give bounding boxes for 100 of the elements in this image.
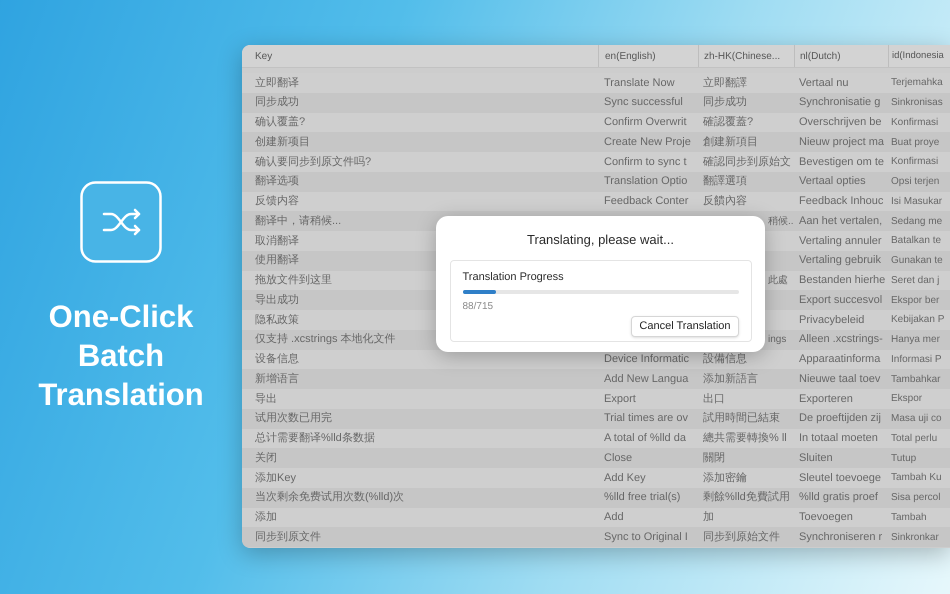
table-cell-text: Device Informatic <box>604 352 689 368</box>
table-cell-text: Opsi terjen <box>891 175 940 190</box>
table-cell-text: Toevoegen <box>799 510 853 526</box>
table-cell-text: In totaal moeten <box>799 431 878 446</box>
table-cell-text: Sync successful <box>604 95 683 110</box>
table-cell-text: Close <box>604 450 632 466</box>
table-cell-text: Terjemahka <box>891 76 943 90</box>
table-cell-text: 立即翻譯 <box>703 76 747 91</box>
table-cell-text: 添加新語言 <box>703 372 758 387</box>
table-cell-text: 反馈内容 <box>255 194 299 210</box>
column-header[interactable]: Key <box>255 48 272 64</box>
table-cell-text: Trial times are ov <box>604 411 688 426</box>
table-cell-text: Informasi P <box>891 352 942 367</box>
table-cell-text: Sisa percol <box>891 491 940 506</box>
table-cell-text: Add Key <box>604 470 646 486</box>
table-cell-text: 添加密鑰 <box>703 470 747 486</box>
table-cell-text: Hanya mer <box>891 333 940 348</box>
table-cell-text: 出口 <box>703 392 725 407</box>
table-cell-text: 取消翻译 <box>255 234 299 249</box>
table-cell-text: 試用時間已結束 <box>703 411 780 426</box>
table-cell-text: 同步成功 <box>255 95 299 110</box>
table-cell-text: 設備信息 <box>703 352 747 368</box>
progress-label: Translation Progress <box>462 270 565 284</box>
table-cell-text: Sleutel toevoege <box>799 470 881 486</box>
headline-text: Translation <box>38 376 204 414</box>
table-cell-text: 关闭 <box>255 450 277 466</box>
table-cell-text: Vertaling annuler <box>799 234 882 249</box>
column-header[interactable]: en(English) <box>605 48 656 64</box>
table-cell-text: 關閉 <box>703 450 725 466</box>
table-cell-text: 總共需要轉換% ll <box>703 431 787 446</box>
table-cell-text: Translate Now <box>604 76 675 91</box>
table-cell-text: Add New Langua <box>604 372 688 387</box>
table-cell-text: Konfirmasi <box>891 155 938 170</box>
table-cell-text: Vertaal opties <box>799 174 866 190</box>
table-cell-text: Apparaatinforma <box>799 352 880 368</box>
table-cell-text: Tambahkar <box>891 372 940 387</box>
table-cell-text: 同步到原文件 <box>255 530 321 545</box>
table-cell-text: Konfirmasi <box>891 116 938 130</box>
table-cell-text: Sedang me <box>891 214 942 229</box>
table-cell-text: 隐私政策 <box>255 312 299 328</box>
shuffle-icon <box>80 181 162 263</box>
table-cell-text: 立即翻译 <box>255 76 299 91</box>
table-cell-text: Ekspor ber <box>891 294 940 308</box>
headline-text: Batch <box>78 337 164 375</box>
table-cell-text: Alleen .xcstrings- <box>799 332 883 348</box>
table-cell-text: Overschrijven be <box>799 115 882 130</box>
table-cell-text: Confirm Overwrit <box>604 115 687 130</box>
table-cell-text: De proeftijden zij <box>799 411 881 426</box>
table-cell-text: 导出 <box>255 392 277 407</box>
table-cell-text: 仅支持 .xcstrings 本地化文件 <box>255 332 396 348</box>
column-header[interactable]: id(Indonesia <box>892 48 944 64</box>
table-cell-text: Masa uji co <box>891 412 942 426</box>
table-cell-text: 总计需要翻译%lld条数据 <box>255 431 375 446</box>
table-cell-text: 创建新项目 <box>255 134 310 150</box>
table-cell-text: Sinkronisas <box>891 96 943 110</box>
table-cell-text: 导出成功 <box>255 292 299 308</box>
table-cell-text: Batalkan te <box>891 234 942 248</box>
table-cell-text: Vertaling gebruik <box>799 253 881 268</box>
table-cell-text: 同步成功 <box>703 95 747 110</box>
table-cell-text: Exporteren <box>799 392 853 407</box>
table-cell-text: Nieuwe taal toev <box>799 372 880 387</box>
table-cell-text: 此處 <box>768 274 788 288</box>
table-cell-text: 当次剩余免费试用次数(%lld)次 <box>255 490 404 506</box>
table-cell-text: Seret dan j <box>891 274 940 288</box>
table-cell-text: 试用次数已用完 <box>255 410 332 426</box>
table-cell-text: 反饋內容 <box>703 194 747 210</box>
table-cell-text: 新增语言 <box>255 372 299 387</box>
table-cell-text: Translation Optio <box>604 174 688 190</box>
table-cell-text: 翻譯選項 <box>703 174 747 190</box>
table-cell-text: Aan het vertalen, <box>799 214 882 229</box>
table-cell-text: 創建新項目 <box>703 134 758 150</box>
table-cell-text: Nieuw project ma <box>799 134 884 150</box>
table-cell-text: Gunakan te <box>891 254 943 268</box>
table-cell-text: 剩餘%lld免費試用 <box>703 490 790 506</box>
headline-text: One-Click <box>48 298 194 336</box>
table-cell-text: %lld gratis proef <box>799 490 878 506</box>
dialog-title: Translating, please wait... <box>527 231 674 249</box>
table-cell-text: Add <box>604 510 624 526</box>
table-cell-text: 同步到原始文件 <box>703 530 780 545</box>
table-cell-text: 翻译中，请稍候... <box>255 214 342 229</box>
table-cell-text: 稍候... <box>768 214 794 229</box>
table-cell-text: 添加Key <box>255 470 296 486</box>
table-cell-text: Export succesvol <box>799 292 882 308</box>
column-header[interactable]: zh-HK(Chinese... <box>704 48 780 64</box>
table-cell-text: Buat proye <box>891 136 940 150</box>
progress-count: 88/715 <box>462 300 494 314</box>
table-cell-text: Ekspor <box>891 392 922 406</box>
table-cell-text: Isi Masukar <box>891 194 942 209</box>
table-cell-text: A total of %lld da <box>604 431 686 446</box>
cancel-button[interactable]: Cancel Translation <box>631 316 738 336</box>
table-cell-text: Export <box>604 392 636 407</box>
table-cell-text: Bestanden hierhe <box>799 273 886 288</box>
table-cell-text: Feedback Inhouc <box>799 194 884 210</box>
table-cell-text: 设备信息 <box>255 352 299 368</box>
table-cell-text: Tutup <box>891 452 916 466</box>
column-header[interactable]: nl(Dutch) <box>800 48 841 64</box>
table-cell-text: 拖放文件到这里 <box>255 272 332 288</box>
table-cell-text: Total perlu <box>891 432 938 446</box>
table-cell-text: Vertaal nu <box>799 76 849 91</box>
table-cell-text: Tambah <box>891 510 927 525</box>
